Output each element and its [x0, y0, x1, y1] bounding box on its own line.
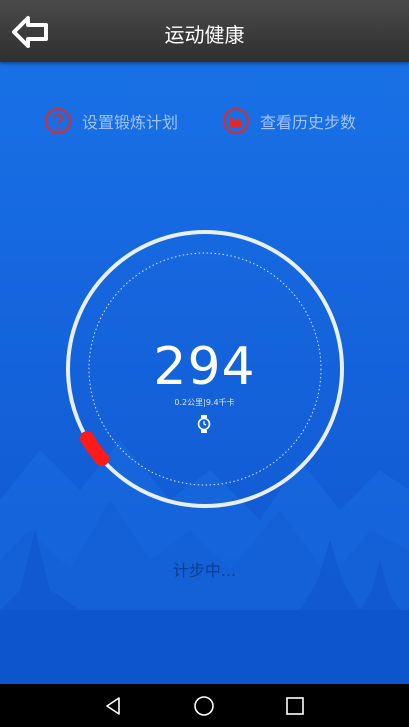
nav-home-icon[interactable]: [192, 694, 216, 718]
question-circle-icon: [45, 108, 71, 134]
distance-calories: 0.2公里|9.4千卡: [174, 398, 235, 407]
app-screen: 运动健康 设置锻炼计划 查看历史步数 294 0.2公里|9.4千卡 计步中..…: [0, 0, 409, 684]
page-title: 运动健康: [164, 23, 245, 47]
area-chart-circle-icon: [223, 108, 249, 134]
step-count: 294: [153, 337, 256, 397]
set-exercise-plan-label: 设置锻炼计划: [82, 113, 179, 132]
progress-arc: [80, 431, 109, 466]
view-step-history-label: 查看历史步数: [260, 113, 357, 132]
top-bar: 运动健康: [0, 0, 409, 62]
watch-icon: [197, 415, 211, 433]
action-row: 设置锻炼计划 查看历史步数: [0, 103, 409, 139]
nav-recent-icon[interactable]: [283, 694, 307, 718]
set-exercise-plan-button[interactable]: 设置锻炼计划: [44, 103, 178, 139]
view-step-history-button[interactable]: 查看历史步数: [222, 103, 356, 139]
nav-back-icon[interactable]: [101, 694, 125, 718]
counting-status: 计步中...: [172, 561, 237, 580]
system-nav-bar: [0, 684, 409, 727]
